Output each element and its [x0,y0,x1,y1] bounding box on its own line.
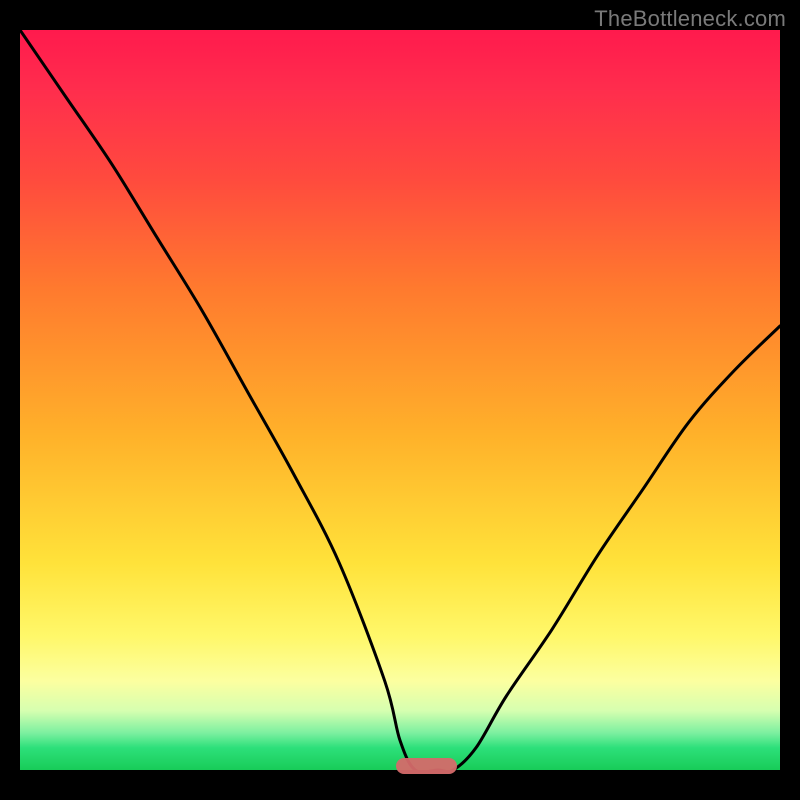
curve-svg [20,30,780,770]
watermark-text: TheBottleneck.com [594,6,786,32]
plot-area [20,30,780,770]
chart-frame: TheBottleneck.com [0,0,800,800]
bottleneck-curve [20,30,780,772]
minimum-marker [396,758,457,774]
